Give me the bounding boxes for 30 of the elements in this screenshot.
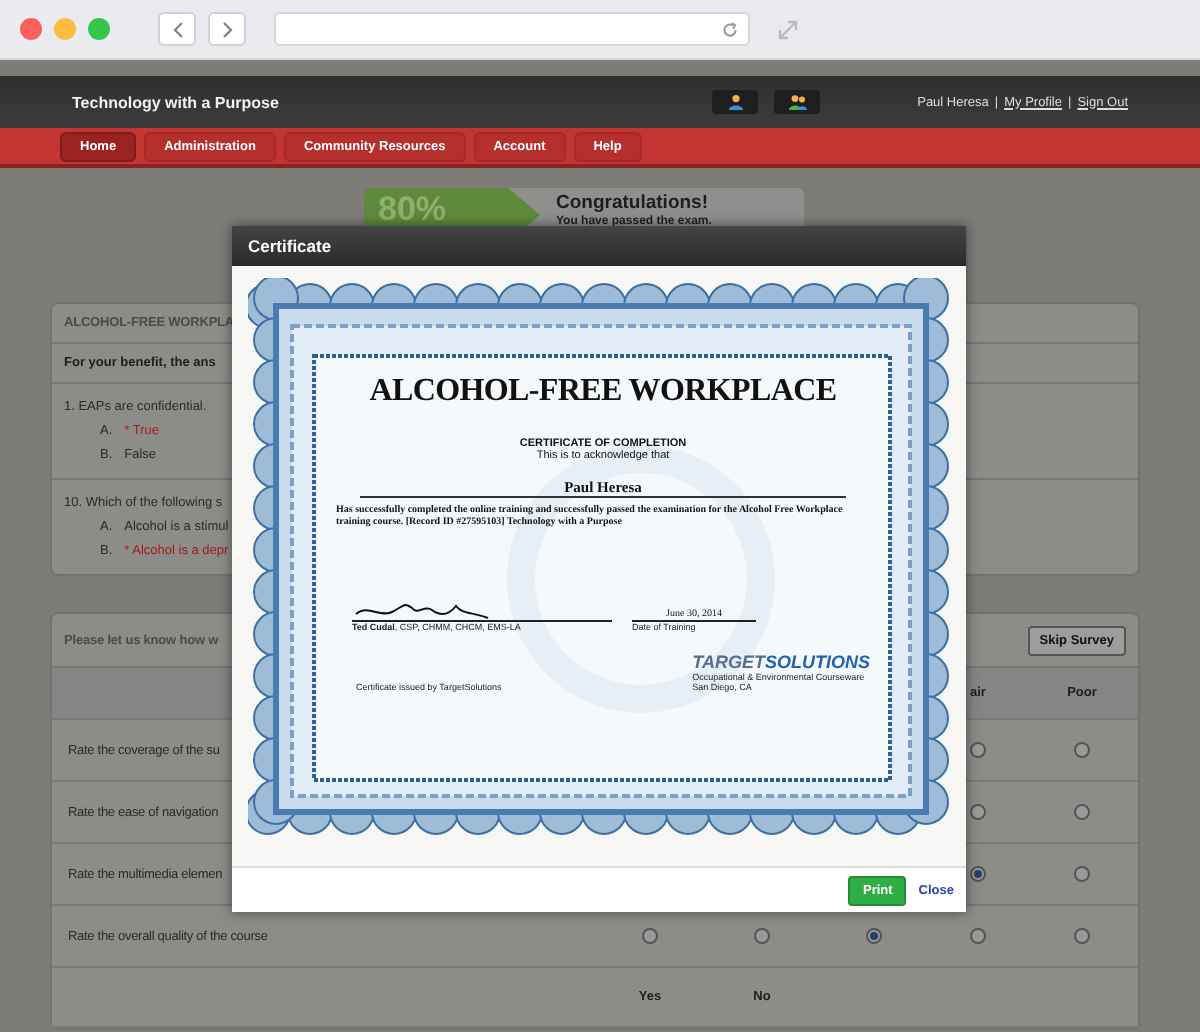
close-window-button[interactable]: [20, 18, 42, 40]
forward-button[interactable]: [208, 12, 246, 46]
rating-radio[interactable]: [1074, 804, 1090, 820]
people-icon: [787, 94, 807, 110]
user-button[interactable]: [712, 90, 758, 114]
chevron-right-icon: [221, 21, 233, 37]
rating-radio[interactable]: [970, 866, 986, 882]
rating-radio[interactable]: [642, 928, 658, 944]
back-button[interactable]: [158, 12, 196, 46]
users-button[interactable]: [774, 90, 820, 114]
rating-radio[interactable]: [970, 742, 986, 758]
maximize-window-button[interactable]: [88, 18, 110, 40]
congratulations-title: Congratulations!: [556, 194, 710, 213]
company-logo: TARGETSOLUTIONS: [692, 652, 870, 672]
rating-radio[interactable]: [970, 804, 986, 820]
reload-icon[interactable]: [722, 21, 738, 37]
person-icon: [727, 94, 743, 110]
rating-radio[interactable]: [1074, 928, 1090, 944]
site-title: Technology with a Purpose: [72, 93, 281, 111]
chevron-left-icon: [171, 21, 183, 37]
address-bar[interactable]: [274, 12, 750, 46]
rating-radio[interactable]: [970, 928, 986, 944]
expand-icon[interactable]: [778, 19, 798, 39]
dialog-title: Certificate: [232, 226, 966, 266]
minimize-window-button[interactable]: [54, 18, 76, 40]
rating-radio[interactable]: [1074, 866, 1090, 882]
rating-radio[interactable]: [866, 928, 882, 944]
signature-drawing: [352, 600, 492, 620]
rating-radio[interactable]: [1074, 742, 1090, 758]
rating-radio[interactable]: [754, 928, 770, 944]
